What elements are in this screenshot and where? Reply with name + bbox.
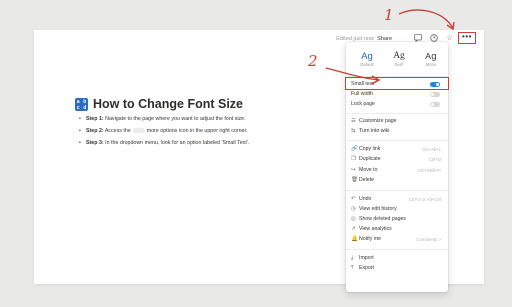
annotation-arrow-1 (398, 9, 455, 31)
annotation-arrow-2 (325, 67, 381, 85)
trash-icon: 🗑 (351, 177, 358, 183)
duplicate-icon: ❐ (351, 156, 356, 162)
deleted-pages-icon: ◎ (351, 216, 356, 222)
toggle-lock-page[interactable]: Lock page (351, 100, 443, 109)
list-item: Step 2: Access the more options icon in … (79, 128, 299, 140)
menu-item-customize-page[interactable]: ☰ Customize page (351, 117, 443, 126)
annotation-number-2: 2 (308, 52, 318, 70)
annotation-number-1: 1 (384, 6, 394, 24)
page-title: How to Change Font Size (93, 97, 243, 111)
bell-icon: 🔔 (351, 236, 358, 242)
menu-item-copy-link[interactable]: 🔗Copy link Ctrl+Alt+L (351, 145, 443, 154)
divider (346, 249, 448, 250)
steps-list: Step 1: Navigate to the page where you w… (79, 116, 299, 152)
abc-page-icon: abcd (75, 97, 88, 111)
more-options-button[interactable]: ••• (458, 32, 476, 44)
analytics-icon: ↗ (351, 226, 356, 232)
menu-item-show-deleted-pages[interactable]: ◎ Show deleted pages (351, 215, 443, 224)
divider (346, 190, 448, 191)
font-option-serif[interactable]: Ag Serif (386, 51, 412, 67)
menu-item-delete[interactable]: 🗑Delete (351, 176, 443, 185)
menu-item-turn-into-wiki[interactable]: ⇆ Turn into wiki (351, 127, 443, 136)
menu-item-view-analytics[interactable]: ↗ View analytics (351, 225, 443, 234)
export-icon: ⤒ (351, 265, 354, 271)
turn-into-icon: ⇆ (351, 128, 356, 134)
link-icon: 🔗 (351, 146, 358, 152)
menu-item-duplicate[interactable]: ❐ Duplicate Ctrl+D (351, 155, 443, 164)
import-icon: ⤓ (351, 255, 354, 261)
menu-item-move-to[interactable]: ↪ Move to Ctrl+Shift+P (351, 166, 443, 175)
move-icon: ↪ (351, 167, 356, 173)
menu-item-undo[interactable]: ↶ Undo Ctrl+Z or Alt+Ctrl (351, 195, 443, 204)
toggle-switch[interactable] (430, 102, 440, 107)
toggle-switch[interactable] (430, 92, 440, 97)
page-title-row: abcd How to Change Font Size (75, 96, 243, 112)
toggle-full-width[interactable]: Full width (351, 90, 443, 99)
font-option-mono[interactable]: Ag Mono (418, 51, 444, 67)
list-item: Step 3: In the dropdown menu, look for a… (79, 140, 299, 152)
menu-item-export[interactable]: ⤒ Export (351, 264, 443, 273)
divider (346, 140, 448, 141)
customize-icon: ☰ (351, 118, 356, 124)
divider (346, 113, 448, 114)
list-item: Step 1: Navigate to the page where you w… (79, 116, 299, 128)
history-icon: ◷ (351, 206, 356, 212)
menu-item-import[interactable]: ⤓ Import (351, 254, 443, 263)
menu-item-notify-me[interactable]: 🔔Notify me Comments > (351, 235, 443, 244)
inline-code-block (133, 128, 145, 134)
menu-item-view-edit-history[interactable]: ◷ View edit history (351, 205, 443, 214)
undo-icon: ↶ (351, 196, 356, 202)
